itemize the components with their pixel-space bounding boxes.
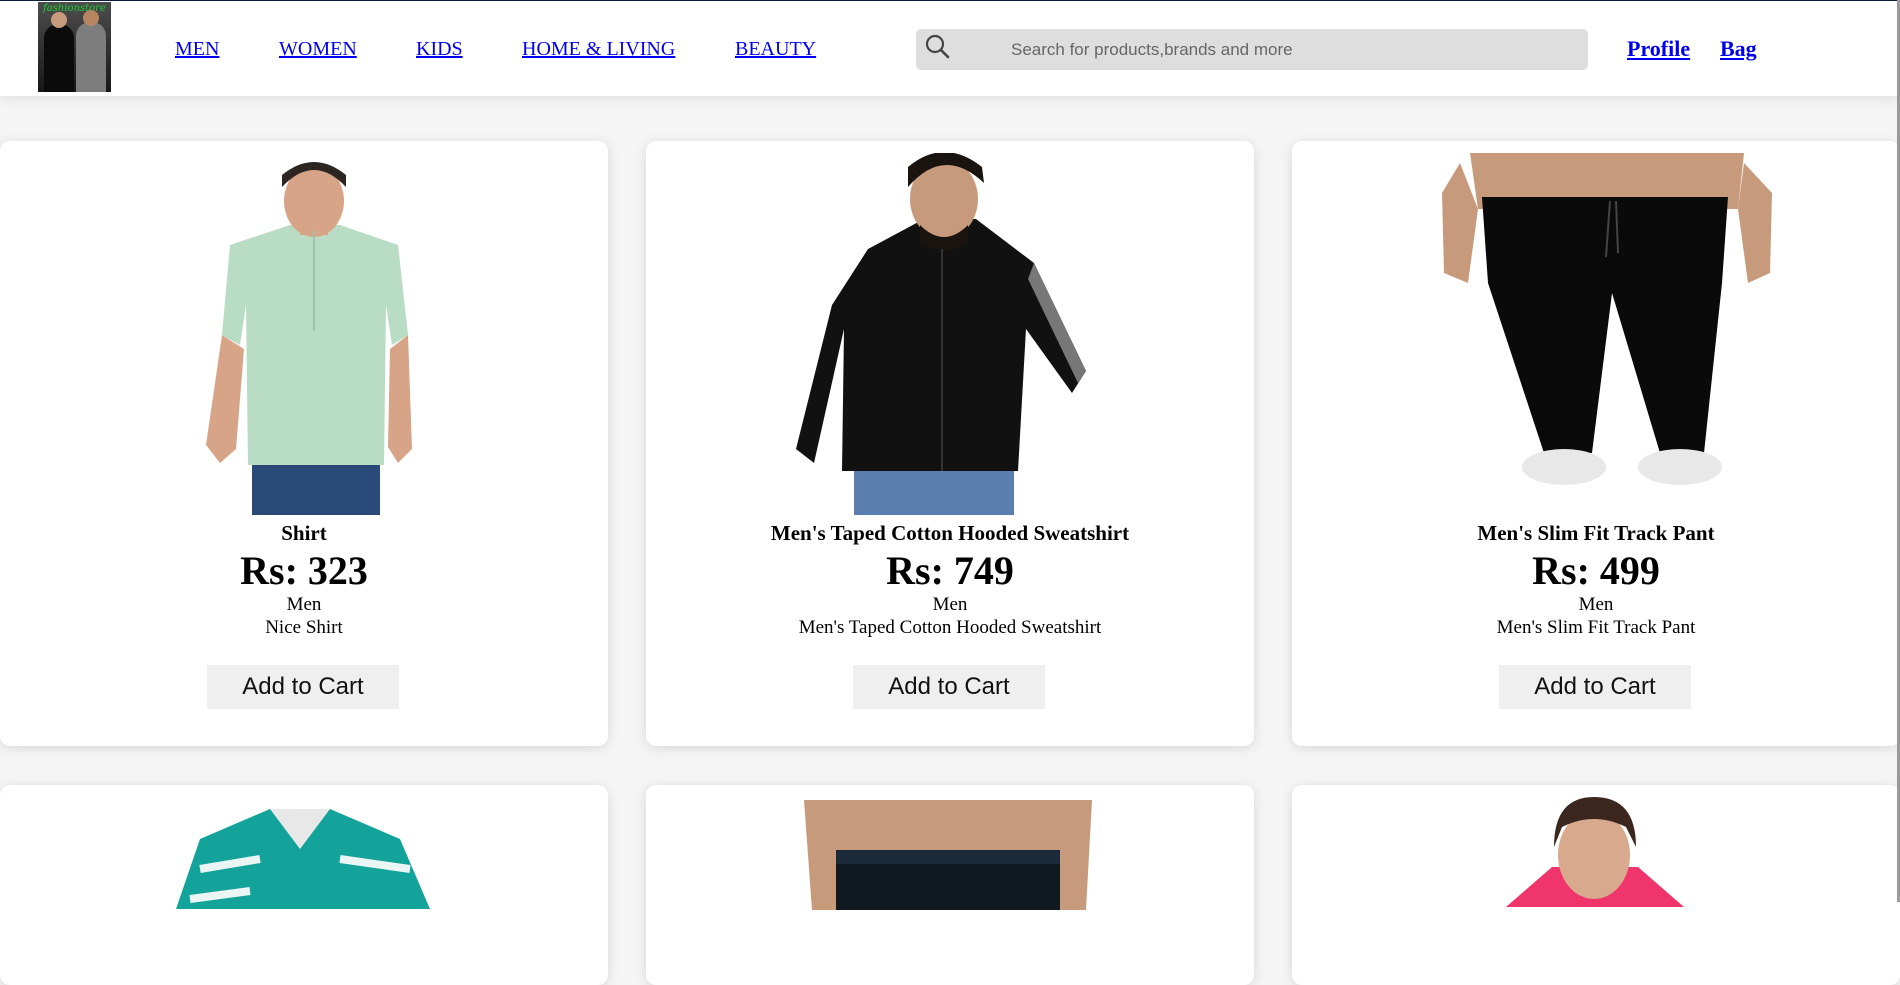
site-header: fashionstore MEN WOMEN KIDS HOME & LIVIN… <box>0 0 1900 96</box>
bag-link[interactable]: Bag <box>1720 36 1757 62</box>
product-price: Rs: 323 <box>240 548 368 593</box>
product-description: Men's Taped Cotton Hooded Sweatshirt <box>798 617 1102 638</box>
product-image-jockey-briefs <box>804 800 1092 910</box>
product-category: Men <box>932 594 968 615</box>
search-bar <box>916 29 1588 70</box>
product-card <box>0 785 608 985</box>
logo-figure-dark <box>44 24 74 92</box>
site-logo[interactable]: fashionstore <box>38 2 111 92</box>
product-card: Men's Taped Cotton Hooded Sweatshirt Rs:… <box>646 141 1254 746</box>
product-image-track-pant <box>1442 153 1772 485</box>
product-price: Rs: 499 <box>1532 548 1660 593</box>
product-card: Shirt Rs: 323 Men Nice Shirt Add to Cart <box>0 141 608 746</box>
nav-link-men[interactable]: MEN <box>175 38 219 61</box>
product-description: Nice Shirt <box>265 617 343 638</box>
product-name: Men's Taped Cotton Hooded Sweatshirt <box>770 521 1130 545</box>
logo-head-grey <box>83 10 99 26</box>
add-to-cart-button[interactable]: Add to Cart <box>1499 665 1691 709</box>
product-image-hooded-sweatshirt <box>796 153 1086 515</box>
add-to-cart-button[interactable]: Add to Cart <box>853 665 1045 709</box>
product-card <box>1292 785 1900 985</box>
add-to-cart-button[interactable]: Add to Cart <box>207 665 399 709</box>
product-name: Shirt <box>281 521 327 545</box>
nav-link-beauty[interactable]: BEAUTY <box>735 38 816 61</box>
product-price: Rs: 749 <box>886 548 1014 593</box>
search-icon[interactable] <box>924 33 950 59</box>
nav-link-kids[interactable]: KIDS <box>416 38 463 61</box>
product-card: Men's Slim Fit Track Pant Rs: 499 Men Me… <box>1292 141 1900 746</box>
product-category: Men <box>1578 594 1614 615</box>
product-name: Men's Slim Fit Track Pant <box>1477 521 1715 545</box>
product-image-teal-printed-shirt <box>176 809 430 909</box>
logo-text: fashionstore <box>43 3 106 14</box>
product-card <box>646 785 1254 985</box>
product-image-shirt <box>206 162 412 515</box>
product-image-pink-hoodie <box>1506 797 1684 907</box>
search-input[interactable] <box>1011 29 1571 70</box>
profile-link[interactable]: Profile <box>1627 36 1690 62</box>
logo-figure-grey <box>76 22 106 92</box>
product-category: Men <box>286 594 322 615</box>
nav-link-women[interactable]: WOMEN <box>279 38 357 61</box>
logo-head-dark <box>51 12 67 28</box>
nav-link-home-living[interactable]: HOME & LIVING <box>522 38 675 61</box>
product-description: Men's Slim Fit Track Pant <box>1496 617 1696 638</box>
